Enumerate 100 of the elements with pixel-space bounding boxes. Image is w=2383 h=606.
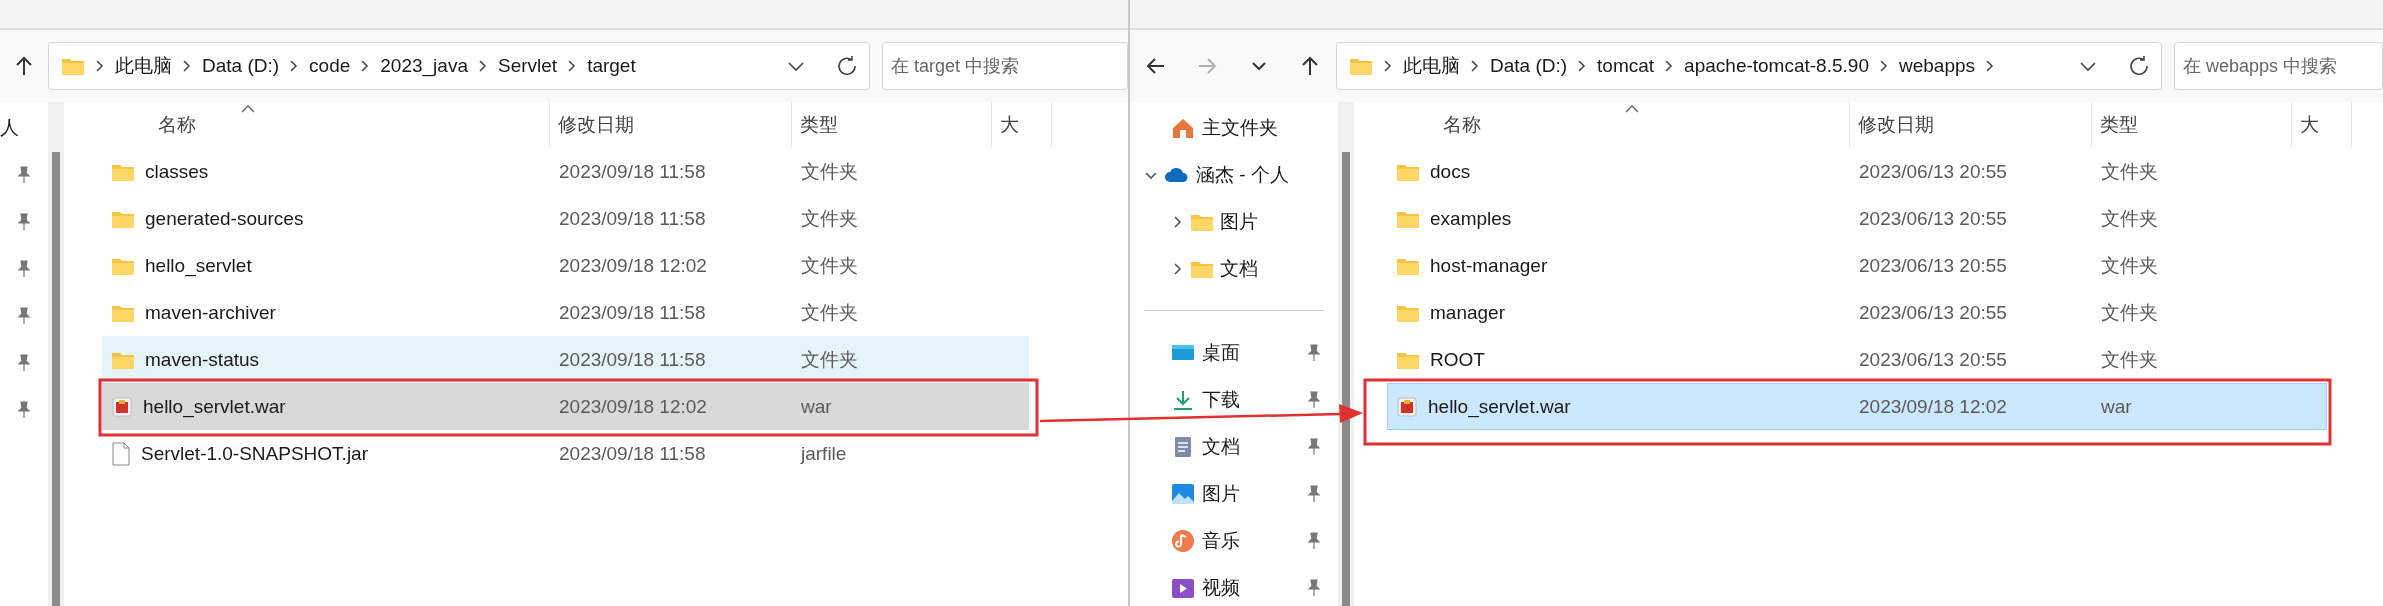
column-header[interactable]: 修改日期 [1850, 102, 2092, 148]
modified-date: 2023/06/13 20:55 [1859, 301, 2007, 324]
file-row[interactable]: docs 2023/06/13 20:55 文件夹 [1387, 148, 2327, 195]
sidebar-item[interactable]: 音乐 [1202, 527, 1240, 554]
file-type: 文件夹 [2101, 206, 2158, 231]
column-header[interactable]: 名称 [1387, 102, 1850, 148]
sidebar-item[interactable]: 下载 [1202, 386, 1240, 413]
column-header[interactable]: 类型 [2092, 102, 2292, 148]
file-type: 文件夹 [801, 159, 858, 184]
breadcrumb[interactable]: 此电脑 [115, 53, 172, 79]
column-header[interactable]: 类型 [792, 102, 992, 148]
column-header[interactable]: 名称 [102, 102, 550, 148]
sidebar-item[interactable]: 涵杰 - 个人 [1196, 161, 1289, 188]
breadcrumb[interactable]: code [309, 55, 351, 77]
sidebar-item[interactable]: 视频 [1202, 574, 1240, 601]
modified-date: 2023/06/13 20:55 [1859, 348, 2007, 371]
file-type: 文件夹 [801, 300, 858, 325]
file-row[interactable]: hello_servlet.war 2023/09/18 12:02 war [102, 383, 1029, 430]
sidebar-item[interactable]: 人 [0, 114, 19, 141]
pin-icon[interactable] [1306, 343, 1322, 362]
breadcrumb[interactable]: webapps [1898, 55, 1975, 77]
sidebar-item[interactable]: 文档 [1220, 255, 1258, 282]
pin-icon[interactable] [16, 212, 32, 231]
chevron-right-icon [1470, 59, 1480, 73]
file-name: maven-archiver [145, 301, 276, 324]
file-row[interactable]: Servlet-1.0-SNAPSHOT.jar 2023/09/18 11:58 jarfile [102, 430, 1029, 477]
address-bar[interactable]: 此电脑 Data (D:) code 2023_java Servlet target [48, 42, 870, 90]
pin-icon[interactable] [16, 259, 32, 278]
breadcrumb[interactable]: Data (D:) [1490, 55, 1568, 77]
file-type: 文件夹 [2101, 300, 2158, 325]
breadcrumb[interactable]: apache-tomcat-8.5.90 [1684, 55, 1869, 77]
chevron-right-icon [1985, 59, 1995, 73]
modified-date: 2023/09/18 12:02 [1859, 395, 2007, 418]
pin-icon[interactable] [1306, 437, 1322, 456]
pin-icon[interactable] [16, 165, 32, 184]
breadcrumb[interactable]: Data (D:) [202, 55, 280, 77]
file-name: docs [1430, 160, 1471, 183]
file-row[interactable]: maven-archiver 2023/09/18 11:58 文件夹 [102, 289, 1029, 336]
chevron-right-icon [1577, 59, 1588, 73]
file-row[interactable]: maven-status 2023/09/18 11:58 文件夹 [102, 336, 1029, 383]
sidebar-item[interactable]: 图片 [1202, 480, 1240, 507]
breadcrumb[interactable]: 此电脑 [1403, 53, 1460, 79]
file-type: 文件夹 [801, 347, 858, 372]
refresh-icon[interactable] [2127, 55, 2149, 77]
file-row[interactable]: examples 2023/06/13 20:55 文件夹 [1387, 195, 2327, 242]
pin-icon[interactable] [1306, 531, 1322, 550]
pin-icon[interactable] [1306, 578, 1322, 597]
file-type: war [801, 395, 832, 418]
pin-icon[interactable] [1306, 390, 1322, 409]
modified-date: 2023/06/13 20:55 [1859, 160, 2007, 183]
file-row[interactable]: hello_servlet.war 2023/09/18 12:02 war [1387, 383, 2327, 430]
chevron-right-icon [1664, 59, 1675, 73]
file-row[interactable]: classes 2023/09/18 11:58 文件夹 [102, 148, 1029, 195]
pin-icon[interactable] [16, 400, 32, 419]
breadcrumb[interactable]: tomcat [1597, 55, 1655, 77]
file-type: 文件夹 [2101, 159, 2158, 184]
modified-date: 2023/06/13 20:55 [1859, 207, 2007, 230]
file-name: generated-sources [145, 207, 304, 230]
file-type: 文件夹 [2101, 347, 2158, 372]
chevron-right-icon [567, 59, 578, 73]
file-row[interactable]: manager 2023/06/13 20:55 文件夹 [1387, 289, 2327, 336]
modified-date: 2023/09/18 12:02 [559, 395, 707, 418]
file-icon [111, 441, 131, 466]
refresh-icon[interactable] [835, 55, 857, 77]
file-row[interactable]: generated-sources 2023/09/18 11:58 文件夹 [102, 195, 1029, 242]
file-row[interactable]: hello_servlet 2023/09/18 12:02 文件夹 [102, 242, 1029, 289]
search-field[interactable]: 在 webapps 中搜索 [2174, 42, 2383, 90]
sidebar-item[interactable]: 桌面 [1202, 339, 1240, 366]
file-name: ROOT [1430, 348, 1485, 371]
breadcrumb[interactable]: target [587, 55, 636, 77]
sidebar-item[interactable]: 图片 [1220, 208, 1258, 235]
chevron-right-icon [95, 59, 105, 73]
file-name: hello_servlet.war [143, 395, 286, 418]
column-header[interactable]: 大 [992, 102, 1052, 148]
file-row[interactable]: host-manager 2023/06/13 20:55 文件夹 [1387, 242, 2327, 289]
sidebar-item[interactable]: 主文件夹 [1202, 114, 1278, 141]
column-header[interactable]: 大 [2292, 102, 2352, 148]
column-header[interactable]: 修改日期 [550, 102, 792, 148]
breadcrumb[interactable]: Servlet [498, 55, 558, 77]
chevron-right-icon [1383, 59, 1393, 73]
modified-date: 2023/09/18 11:58 [559, 301, 706, 324]
pin-icon[interactable] [1306, 484, 1322, 503]
address-bar[interactable]: 此电脑 Data (D:) tomcat apache-tomcat-8.5.90 webapps [1336, 42, 2162, 90]
chevron-right-icon [289, 59, 300, 73]
scrollbar-thumb[interactable] [1342, 152, 1350, 606]
file-type: 文件夹 [801, 206, 858, 231]
chevron-right-icon [478, 59, 488, 73]
file-name: Servlet-1.0-SNAPSHOT.jar [141, 442, 368, 465]
file-row[interactable]: ROOT 2023/06/13 20:55 文件夹 [1387, 336, 2327, 383]
breadcrumb[interactable]: 2023_java [380, 55, 468, 77]
file-name: examples [1430, 207, 1512, 230]
archive-icon [1396, 395, 1418, 418]
scrollbar-thumb[interactable] [52, 152, 60, 606]
file-name: hello_servlet [145, 254, 252, 277]
chevron-right-icon [1878, 59, 1889, 73]
pin-icon[interactable] [16, 306, 32, 325]
pin-icon[interactable] [16, 353, 32, 372]
search-field[interactable]: 在 target 中搜索 [882, 42, 1128, 90]
file-name: hello_servlet.war [1428, 395, 1571, 418]
sidebar-item[interactable]: 文档 [1202, 433, 1240, 460]
